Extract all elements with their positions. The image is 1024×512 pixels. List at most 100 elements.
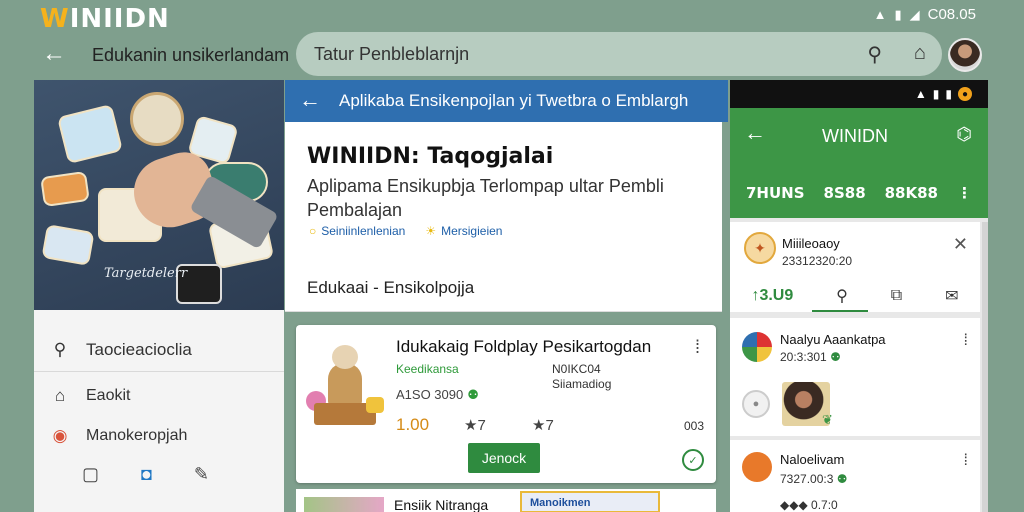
search-input[interactable]: Tatur Penbleblarnjn ⚲ ⌂ <box>296 32 942 76</box>
item-title: Ensiik Nitranga <box>394 497 489 512</box>
notification-subtitle: 7327.00:3 ⚉ <box>780 472 848 486</box>
hero-image: Targetdelerr <box>34 80 284 310</box>
phone-status-bar: ▲ ▮ ▮ ● <box>730 80 988 108</box>
mail-icon[interactable]: ✉ <box>945 286 958 306</box>
item-thumbnail <box>304 497 384 512</box>
notification-title: Naloelivam <box>780 452 845 467</box>
edit-icon[interactable]: ✎ <box>194 464 209 485</box>
notification-title: Naalyu Aaankatpa <box>780 332 886 347</box>
notification-subtitle: 23312320:20 <box>782 254 853 268</box>
back-arrow-icon[interactable]: ← <box>42 40 66 68</box>
notification-card[interactable]: ✦ Miiileoaoy 23312320:20 ✕ ↑3.U9 ⚲ ⧉ ✉ <box>730 222 980 312</box>
record-icon[interactable]: ● <box>742 390 770 418</box>
tab-item[interactable]: 7HUNS <box>746 184 805 202</box>
game-thumbnail <box>304 343 386 429</box>
notification-actions: ↑3.U9 ⚲ ⧉ ✉ <box>730 280 980 312</box>
phone-app-bar: ← WINIDN ⌬ 7HUNS 8S88 88K88 ⋮ <box>730 108 988 218</box>
building-badge-icon <box>130 92 184 146</box>
game-count: 003 <box>683 419 704 433</box>
more-options-icon[interactable]: ⋮ <box>957 184 972 202</box>
tag-item[interactable]: ☀ Mersigieien <box>425 224 502 238</box>
tag-sticker-icon <box>40 170 90 208</box>
app-icon <box>742 452 772 482</box>
menu-item-search[interactable]: ⚲ Taocieacioclia <box>34 328 284 372</box>
search-icon: ⚲ <box>53 339 67 359</box>
app-title: WINIIDN: Taqogjalai <box>307 144 554 169</box>
notification-card[interactable]: Naloelivam 7327.00:3 ⚉ ⁞ ◆◆◆ 0.7:0 <box>730 440 980 512</box>
status-time: C08.05 <box>927 6 976 23</box>
circle-icon: ○ <box>309 224 317 238</box>
notification-row: ◆◆◆ 0.7:0 <box>780 498 838 512</box>
quick-actions: ▢ ◘ ✎ <box>34 464 284 485</box>
clock-icon[interactable]: ◘ <box>141 464 152 485</box>
leaf-icon: ❦ <box>822 412 833 427</box>
phone-tabs: 7HUNS 8S88 88K88 ⋮ <box>746 184 972 202</box>
game-price: 1.00 <box>396 415 430 434</box>
notification-subtitle: 20:3:301 ⚉ <box>780 350 841 364</box>
upload-action[interactable]: ↑3.U9 <box>751 287 793 305</box>
copy-icon[interactable]: ⧉ <box>891 287 902 305</box>
chat-icon[interactable]: ▢ <box>82 464 99 485</box>
more-options-icon[interactable]: ⁞ <box>964 452 968 470</box>
app-info-card: WINIIDN: Taqogjalai Aplipama Ensikupbja … <box>285 122 722 312</box>
wifi-icon: ▲ <box>914 87 927 101</box>
tab-item[interactable]: 8S88 <box>824 184 866 202</box>
more-options-icon[interactable]: ⁞ <box>695 337 700 358</box>
side-menu: ⚲ Taocieacioclia ⌂ Eaokit ◉ Manokeropjah… <box>34 310 284 485</box>
menu-item-label: Taocieacioclia <box>86 339 192 359</box>
game-stat: ★7 <box>464 417 486 434</box>
tag-list: ○ Seiniinlenlenian ☀ Mersigieien <box>309 224 502 238</box>
sun-icon: ☀ <box>425 224 437 238</box>
main-header-title: Aplikaba Ensikenpojlan yi Twetbra o Embl… <box>339 91 689 110</box>
back-arrow-icon[interactable]: ← <box>299 87 321 113</box>
home-icon: ⌂ <box>54 386 66 405</box>
main-header: ← Aplikaba Ensikenpojlan yi Twetbra o Em… <box>285 80 728 122</box>
left-panel: Targetdelerr ⚲ Taocieacioclia ⌂ Eaokit ◉… <box>34 80 284 512</box>
game-stat: ★7 <box>532 417 554 434</box>
signal-icon: ▮ <box>894 6 902 22</box>
tab-item[interactable]: 88K88 <box>885 184 938 202</box>
battery-icon: ◢ <box>909 6 920 22</box>
signal-icon: ▮ <box>932 87 940 101</box>
item-banner: Manoikmen <box>520 491 660 512</box>
menu-item-location[interactable]: ◉ Manokeropjah <box>34 416 284 456</box>
menu-item-label: Eaokit <box>86 387 131 404</box>
search-placeholder: Tatur Penbleblarnjn <box>314 44 470 64</box>
app-category: Edukaai - Ensikolpojja <box>307 278 475 297</box>
scrollbar[interactable] <box>982 222 988 512</box>
map-sticker-icon <box>41 224 95 266</box>
compass-icon: ✦ <box>744 232 776 264</box>
users-icon: ⚉ <box>467 387 479 402</box>
game-title: Idukakaig Foldplay Pesikartogdan <box>396 337 652 356</box>
notification-title: Miiileoaoy <box>782 236 840 251</box>
doc-sticker-icon <box>57 103 123 165</box>
top-bar: WINIIDN ▲ ▮ ◢ C08.05 ← Edukanin unsikerl… <box>0 0 1024 80</box>
game-developer: Keedikansa <box>396 362 459 376</box>
status-bar: ▲ ▮ ◢ C08.05 <box>874 6 976 23</box>
list-item[interactable]: Ensiik Nitranga Manoikmen <box>296 489 716 512</box>
share-icon[interactable]: ⌬ <box>956 124 972 145</box>
search-icon[interactable]: ⚲ <box>836 286 848 306</box>
menu-item-home[interactable]: ⌂ Eaokit <box>34 376 284 416</box>
alert-badge-icon: ● <box>958 87 972 101</box>
game-meta-right: N0IKC04 Siiamadiog <box>552 362 612 391</box>
install-button[interactable]: Jenock <box>468 443 540 473</box>
breadcrumb: Edukanin unsikerlandam <box>92 45 290 65</box>
pin-icon: ◉ <box>52 426 68 445</box>
game-card[interactable]: Idukakaig Foldplay Pesikartogdan ⁞ Keedi… <box>296 325 716 483</box>
search-icon[interactable]: ⚲ <box>867 42 882 67</box>
more-options-icon[interactable]: ⁞ <box>964 332 968 350</box>
back-arrow-icon[interactable]: ← <box>744 120 766 146</box>
wifi-icon: ▲ <box>873 7 887 22</box>
download-icon[interactable]: ✓ <box>682 449 704 471</box>
close-icon[interactable]: ✕ <box>953 234 968 255</box>
hero-caption: Targetdelerr <box>104 266 188 281</box>
app-description: Aplipama Ensikupbja Terlompap ultar Pemb… <box>307 176 664 220</box>
notification-card[interactable]: Naalyu Aaankatpa 20:3:301 ⚉ ⁞ ● ❦ <box>730 318 980 436</box>
app-icon <box>742 332 772 362</box>
phone-app-title: WINIDN <box>822 126 888 146</box>
home-icon[interactable]: ⌂ <box>914 42 926 65</box>
brand-logo: WINIIDN <box>40 4 170 34</box>
avatar[interactable] <box>948 38 982 72</box>
tag-item[interactable]: ○ Seiniinlenlenian <box>309 224 405 238</box>
